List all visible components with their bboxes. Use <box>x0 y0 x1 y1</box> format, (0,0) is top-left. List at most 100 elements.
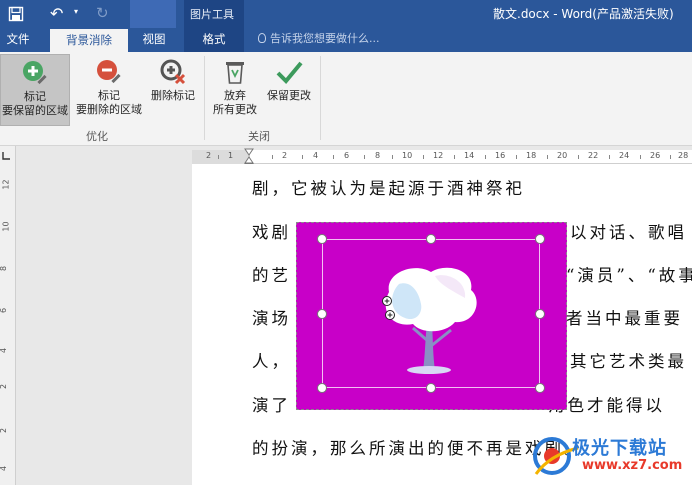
h-ruler-number: 18 <box>526 151 537 160</box>
ruler-tick <box>485 155 486 159</box>
keep-mark-plus-icon[interactable] <box>382 296 392 306</box>
h-ruler-number: 10 <box>402 151 413 160</box>
paragraph-line: 演场 <box>252 309 291 328</box>
h-ruler-number: 1 <box>228 151 234 160</box>
keep-changes-label: 保留更改 <box>267 89 311 102</box>
h-ruler-number: 20 <box>557 151 568 160</box>
h-ruler-number: 22 <box>588 151 599 160</box>
tab-view[interactable]: 视图 <box>130 28 178 52</box>
ruler-tick <box>302 155 303 159</box>
paragraph-line: 人， <box>252 352 291 371</box>
v-ruler-number: 8 <box>0 266 8 271</box>
group-separator <box>320 56 321 140</box>
paragraph-line: 戏剧 <box>252 223 291 242</box>
tab-selector-icon[interactable] <box>0 150 12 162</box>
h-ruler-number: 12 <box>433 151 444 160</box>
keep-changes-button[interactable]: 保留更改 <box>262 54 316 126</box>
watermark-brand: 极光下载站 <box>572 438 667 459</box>
ruler-tick <box>454 155 455 159</box>
lightbulb-icon <box>258 33 266 43</box>
ruler-tick <box>670 155 671 159</box>
ruler-tick <box>218 155 219 159</box>
v-ruler-number: 2 <box>0 428 8 433</box>
ruler-tick <box>364 155 365 159</box>
ruler-tick <box>333 155 334 159</box>
ruler-tick <box>392 155 393 159</box>
v-ruler-number: 6 <box>0 308 8 313</box>
recycle-bin-icon <box>226 62 244 84</box>
context-tool-label: 图片工具 <box>190 8 234 21</box>
v-ruler-number: 4 <box>0 466 8 471</box>
resize-handle[interactable] <box>535 383 545 393</box>
tab-format[interactable]: 格式 <box>184 28 244 52</box>
paragraph-line-right: 者当中最重要 <box>566 309 683 328</box>
h-ruler-number: 6 <box>344 151 350 160</box>
discard-line2: 所有更改 <box>213 103 257 116</box>
redo-icon[interactable]: ↻ <box>96 4 109 22</box>
checkmark-icon <box>276 61 303 84</box>
resize-handle[interactable] <box>535 309 545 319</box>
ruler-tick <box>272 155 273 159</box>
paragraph-line: 的艺 <box>252 266 291 285</box>
ruler-tick <box>609 155 610 159</box>
v-ruler-number: 10 <box>1 221 11 232</box>
resize-handle[interactable] <box>426 234 436 244</box>
ruler-tick <box>547 155 548 159</box>
v-ruler-number: 2 <box>0 384 8 389</box>
mark-keep-line2: 要保留的区域 <box>2 104 68 117</box>
h-ruler-number: 26 <box>650 151 661 160</box>
paragraph-line-right: “演员”、“故事 <box>566 266 692 285</box>
tell-me-search[interactable]: 告诉我您想要做什么... <box>258 28 380 52</box>
mark-keep-button[interactable]: 标记 要保留的区域 <box>0 54 70 126</box>
group-separator <box>204 56 205 140</box>
delete-mark-icon <box>160 59 186 85</box>
v-ruler-number: 12 <box>1 179 11 190</box>
save-icon[interactable] <box>8 6 24 22</box>
resize-handle[interactable] <box>535 234 545 244</box>
resize-handle[interactable] <box>317 383 327 393</box>
tab-file[interactable]: 文件 <box>0 28 36 52</box>
paragraph-line: 演了 <box>252 396 291 415</box>
mark-keep-line1: 标记 <box>24 90 46 103</box>
group-label-close: 关闭 <box>248 130 270 143</box>
h-ruler-number: 2 <box>282 151 288 160</box>
undo-icon[interactable]: ↶ <box>50 4 63 23</box>
horizontal-ruler: 2 1 2 4 6 8 10 12 14 16 18 20 22 24 26 2… <box>192 150 692 164</box>
tab-background-removal[interactable]: 背景消除 <box>50 28 128 52</box>
ruler-tick <box>640 155 641 159</box>
ribbon: 标记 要保留的区域 标记 要删除的区域 删除标记 放弃 所有更改 保留更改 优化… <box>0 52 692 146</box>
paragraph-line: 剧，它被认为是起源于酒神祭祀 <box>252 179 525 198</box>
h-ruler-number: 28 <box>678 151 689 160</box>
h-ruler-number: 16 <box>495 151 506 160</box>
document-title: 散文.docx - Word(产品激活失败) <box>493 7 674 21</box>
mark-remove-button[interactable]: 标记 要删除的区域 <box>72 54 146 126</box>
h-ruler-number: 24 <box>619 151 630 160</box>
watermark-url: www.xz7.com <box>582 458 683 473</box>
resize-handle[interactable] <box>317 234 327 244</box>
resize-handle[interactable] <box>426 383 436 393</box>
h-ruler-number: 14 <box>464 151 475 160</box>
ruler-tick <box>423 155 424 159</box>
keep-mark-plus-icon[interactable] <box>385 310 395 320</box>
delete-mark-button[interactable]: 删除标记 <box>148 54 198 126</box>
paragraph-line-right: 以对话、歌唱 <box>570 223 687 242</box>
paragraph-line-right: 其它艺术类最 <box>570 352 687 371</box>
ruler-tick <box>578 155 579 159</box>
v-ruler-number: 4 <box>0 348 8 353</box>
h-ruler-number: 4 <box>313 151 319 160</box>
delete-mark-label: 删除标记 <box>151 89 195 102</box>
ruler-tick <box>516 155 517 159</box>
tell-me-placeholder: 告诉我您想要做什么... <box>270 32 380 45</box>
vertical-ruler: 12 10 8 6 4 2 2 4 <box>0 146 16 485</box>
mark-remove-line2: 要删除的区域 <box>76 103 142 116</box>
resize-handle[interactable] <box>317 309 327 319</box>
tree-image-icon <box>385 267 477 374</box>
minus-pencil-icon <box>97 60 121 84</box>
mark-remove-line1: 标记 <box>98 89 120 102</box>
discard-changes-button[interactable]: 放弃 所有更改 <box>208 54 262 126</box>
h-ruler-number: 8 <box>375 151 381 160</box>
discard-line1: 放弃 <box>224 89 246 102</box>
ruler-left-margin <box>192 150 250 164</box>
h-ruler-number: 2 <box>206 151 212 160</box>
chevron-down-icon[interactable]: ▾ <box>74 7 78 16</box>
